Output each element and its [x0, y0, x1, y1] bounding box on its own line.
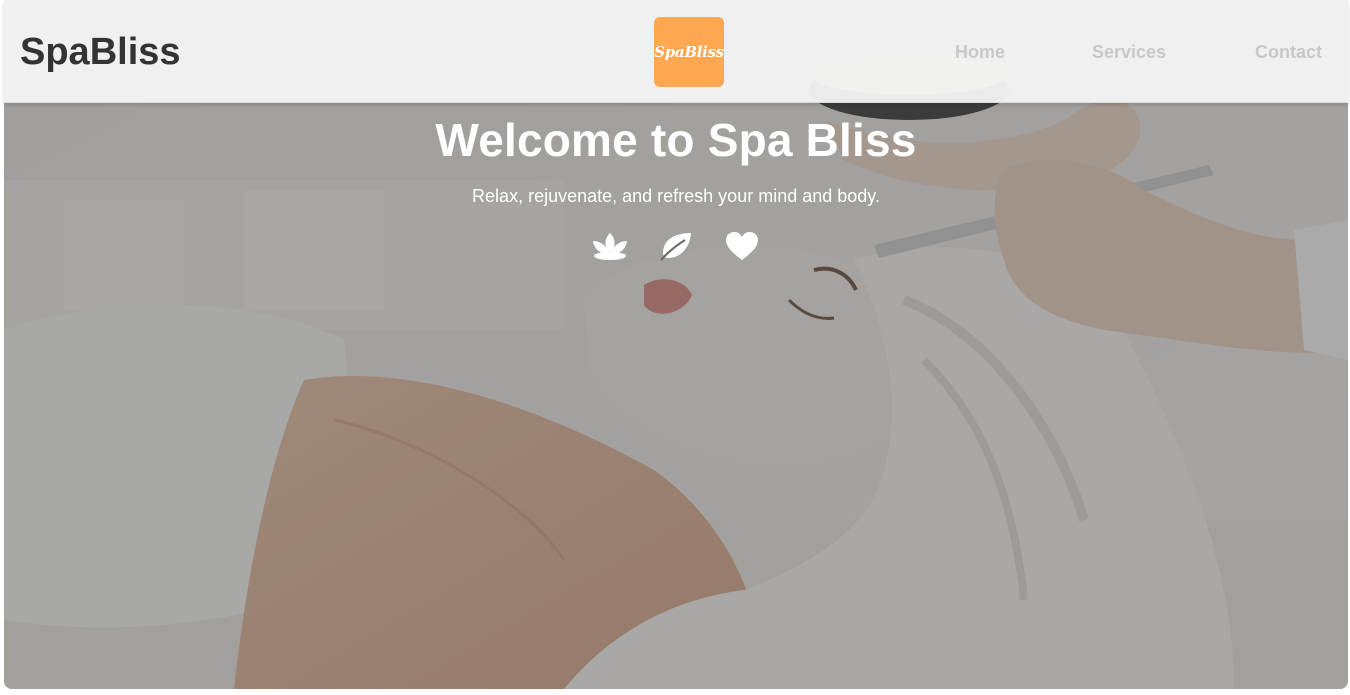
- hero-section: Welcome to Spa Bliss Relax, rejuvenate, …: [4, 0, 1348, 689]
- leaf-icon: [657, 228, 695, 264]
- hero-title: Welcome to Spa Bliss: [435, 114, 917, 166]
- nav-link-services[interactable]: Services: [1092, 40, 1166, 64]
- nav-link-home[interactable]: Home: [955, 40, 1005, 64]
- logo-text: SpaBliss: [654, 43, 724, 61]
- lotus-icon: [591, 228, 629, 264]
- hero-icon-row: [4, 228, 1348, 264]
- hero-subtitle: Relax, rejuvenate, and refresh your mind…: [472, 186, 880, 206]
- logo[interactable]: SpaBliss: [654, 17, 724, 87]
- hero-content: Welcome to Spa Bliss Relax, rejuvenate, …: [4, 112, 1348, 264]
- page: Welcome to Spa Bliss Relax, rejuvenate, …: [0, 0, 1350, 695]
- page-bottom-edge: [0, 690, 1350, 695]
- brand-name[interactable]: SpaBliss: [20, 30, 181, 74]
- site-header: SpaBliss SpaBliss Home Services Contact: [4, 0, 1348, 103]
- heart-icon: [723, 228, 761, 264]
- hero-overlay: [4, 0, 1348, 689]
- nav-link-contact[interactable]: Contact: [1255, 40, 1322, 64]
